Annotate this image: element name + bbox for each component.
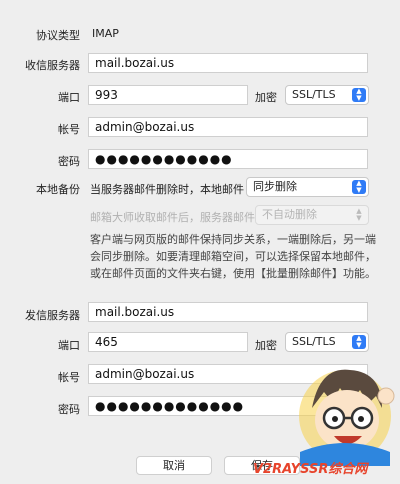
incoming-account-input[interactable]: admin@bozai.us (88, 117, 368, 137)
incoming-encryption-label: 加密 (255, 91, 277, 104)
cancel-button[interactable]: 取消 (136, 456, 212, 475)
incoming-encryption-value: SSL/TLS (292, 88, 336, 101)
outgoing-server-label: 发信服务器 (25, 309, 80, 322)
up-down-chevron-icon: ▲ ▼ (356, 207, 362, 222)
backup-note-line2: 会同步删除。如要清理邮箱空间，可以选择保留本地邮件， (90, 250, 376, 263)
watermark-text: V2RAYSSR综合网 (253, 462, 368, 477)
backup-label: 本地备份 (36, 183, 80, 196)
protocol-value: IMAP (92, 27, 119, 40)
outgoing-account-label: 帐号 (58, 371, 80, 384)
outgoing-password-label: 密码 (58, 403, 80, 416)
outgoing-server-input[interactable]: mail.bozai.us (88, 302, 368, 322)
outgoing-encryption-value: SSL/TLS (292, 335, 336, 348)
incoming-port-input[interactable]: 993 (88, 85, 248, 105)
incoming-account-label: 帐号 (58, 123, 80, 136)
outgoing-encryption-label: 加密 (255, 339, 277, 352)
backup-rule2-value: 不自动删除 (262, 208, 317, 221)
backup-rule1-value: 同步删除 (253, 180, 297, 193)
incoming-port-label: 端口 (58, 91, 80, 104)
incoming-password-label: 密码 (58, 155, 80, 168)
backup-rule1-text: 当服务器邮件删除时，本地邮件 (90, 183, 244, 196)
backup-note-line3: 或在邮件页面的文件夹右键，使用【批量删除邮件】功能。 (90, 267, 376, 280)
backup-rule2-text: 邮箱大师收取邮件后，服务器邮件 (90, 211, 255, 224)
outgoing-port-input[interactable]: 465 (88, 332, 248, 352)
backup-rule1-select[interactable]: 同步删除 ▲ ▼ (246, 177, 369, 197)
protocol-label: 协议类型 (36, 29, 80, 42)
mascot-avatar (299, 369, 395, 466)
incoming-password-input[interactable]: ●●●●●●●●●●●● (88, 149, 368, 169)
backup-rule2-select[interactable]: 不自动删除 ▲ ▼ (255, 205, 369, 225)
up-down-chevron-icon: ▲ ▼ (352, 335, 366, 349)
incoming-encryption-select[interactable]: SSL/TLS ▲ ▼ (285, 85, 369, 105)
up-down-chevron-icon: ▲ ▼ (352, 88, 366, 102)
up-down-chevron-icon: ▲ ▼ (352, 180, 366, 194)
outgoing-encryption-select[interactable]: SSL/TLS ▲ ▼ (285, 332, 369, 352)
outgoing-port-label: 端口 (58, 339, 80, 352)
incoming-server-input[interactable]: mail.bozai.us (88, 53, 368, 73)
backup-note-line1: 客户端与网页版的邮件保持同步关系，一端删除后，另一端 (90, 233, 376, 246)
incoming-server-label: 收信服务器 (25, 59, 80, 72)
